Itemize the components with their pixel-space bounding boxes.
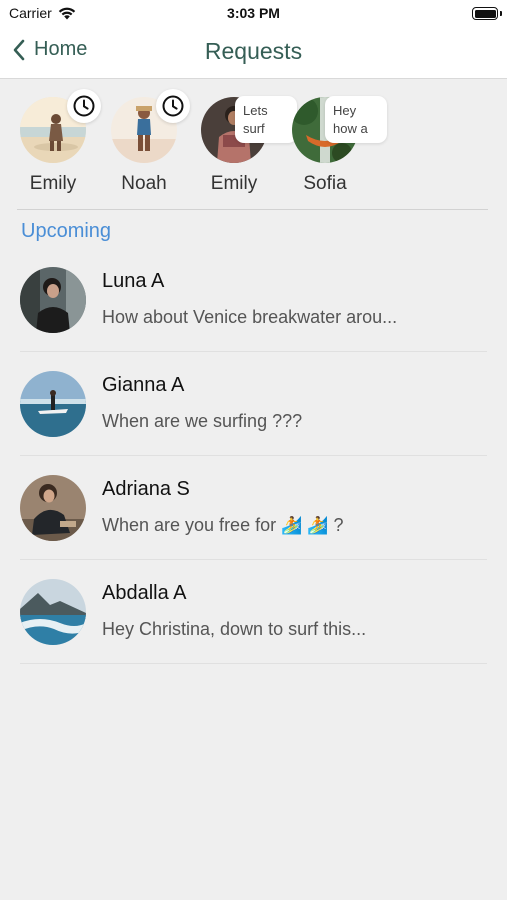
- clock-icon: [67, 89, 101, 123]
- story-item[interactable]: Noah: [99, 89, 190, 195]
- story-name: Sofia: [303, 173, 347, 194]
- story-strip: Emily Noah Lets surf Emily Hey how a Sof…: [0, 79, 507, 209]
- story-item[interactable]: Hey how a Sofia: [280, 96, 387, 195]
- story-name: Emily: [29, 173, 77, 194]
- bubble-line-2: how a: [333, 121, 368, 136]
- conversation-name: Abdalla A: [102, 582, 187, 604]
- page-title: Requests: [204, 38, 303, 64]
- conversation-row[interactable]: Adriana S When are you free for 🏄 🏄 ?: [0, 456, 507, 560]
- conversation-list: Luna A How about Venice breakwater arou.…: [0, 248, 507, 664]
- bubble-line-1: Hey: [333, 103, 357, 118]
- avatar: [20, 475, 86, 541]
- story-item[interactable]: Lets surf Emily: [189, 96, 297, 195]
- clock-icon: [156, 89, 190, 123]
- message-preview-bubble: Hey how a: [325, 96, 387, 143]
- nav-bar: Home Requests: [0, 28, 507, 79]
- preview-suffix: ?: [333, 515, 344, 535]
- avatar: [20, 267, 86, 333]
- conversation-row[interactable]: Gianna A When are we surfing ???: [0, 352, 507, 456]
- story-name: Emily: [210, 173, 258, 194]
- conversation-row[interactable]: Abdalla A Hey Christina, down to surf th…: [0, 560, 507, 664]
- surfer-emoji-icon: 🏄: [307, 516, 329, 535]
- preview-text: When are you free for: [102, 515, 277, 535]
- divider: [17, 209, 488, 210]
- avatar: [20, 371, 86, 437]
- conversation-name: Gianna A: [102, 374, 185, 396]
- battery-cap: [500, 11, 502, 16]
- clock-time: 3:03 PM: [227, 5, 280, 21]
- conversation-preview: How about Venice breakwater arou...: [102, 307, 398, 327]
- conversation-name: Luna A: [102, 270, 165, 292]
- section-header-upcoming: Upcoming: [21, 220, 112, 242]
- avatar: [20, 579, 86, 645]
- surfer-emoji-icon: 🏄: [281, 516, 303, 535]
- divider: [20, 663, 487, 664]
- status-bar: Carrier 3:03 PM: [0, 0, 507, 28]
- battery-icon: [472, 7, 498, 20]
- story-item[interactable]: Emily: [8, 89, 101, 195]
- conversation-preview: When are we surfing ???: [102, 411, 303, 431]
- conversation-preview: Hey Christina, down to surf this...: [102, 619, 367, 639]
- story-name: Noah: [121, 173, 167, 194]
- conversation-name: Adriana S: [102, 478, 190, 500]
- conversation-row[interactable]: Luna A How about Venice breakwater arou.…: [0, 248, 507, 352]
- conversation-preview: When are you free for 🏄 🏄 ?: [102, 515, 344, 536]
